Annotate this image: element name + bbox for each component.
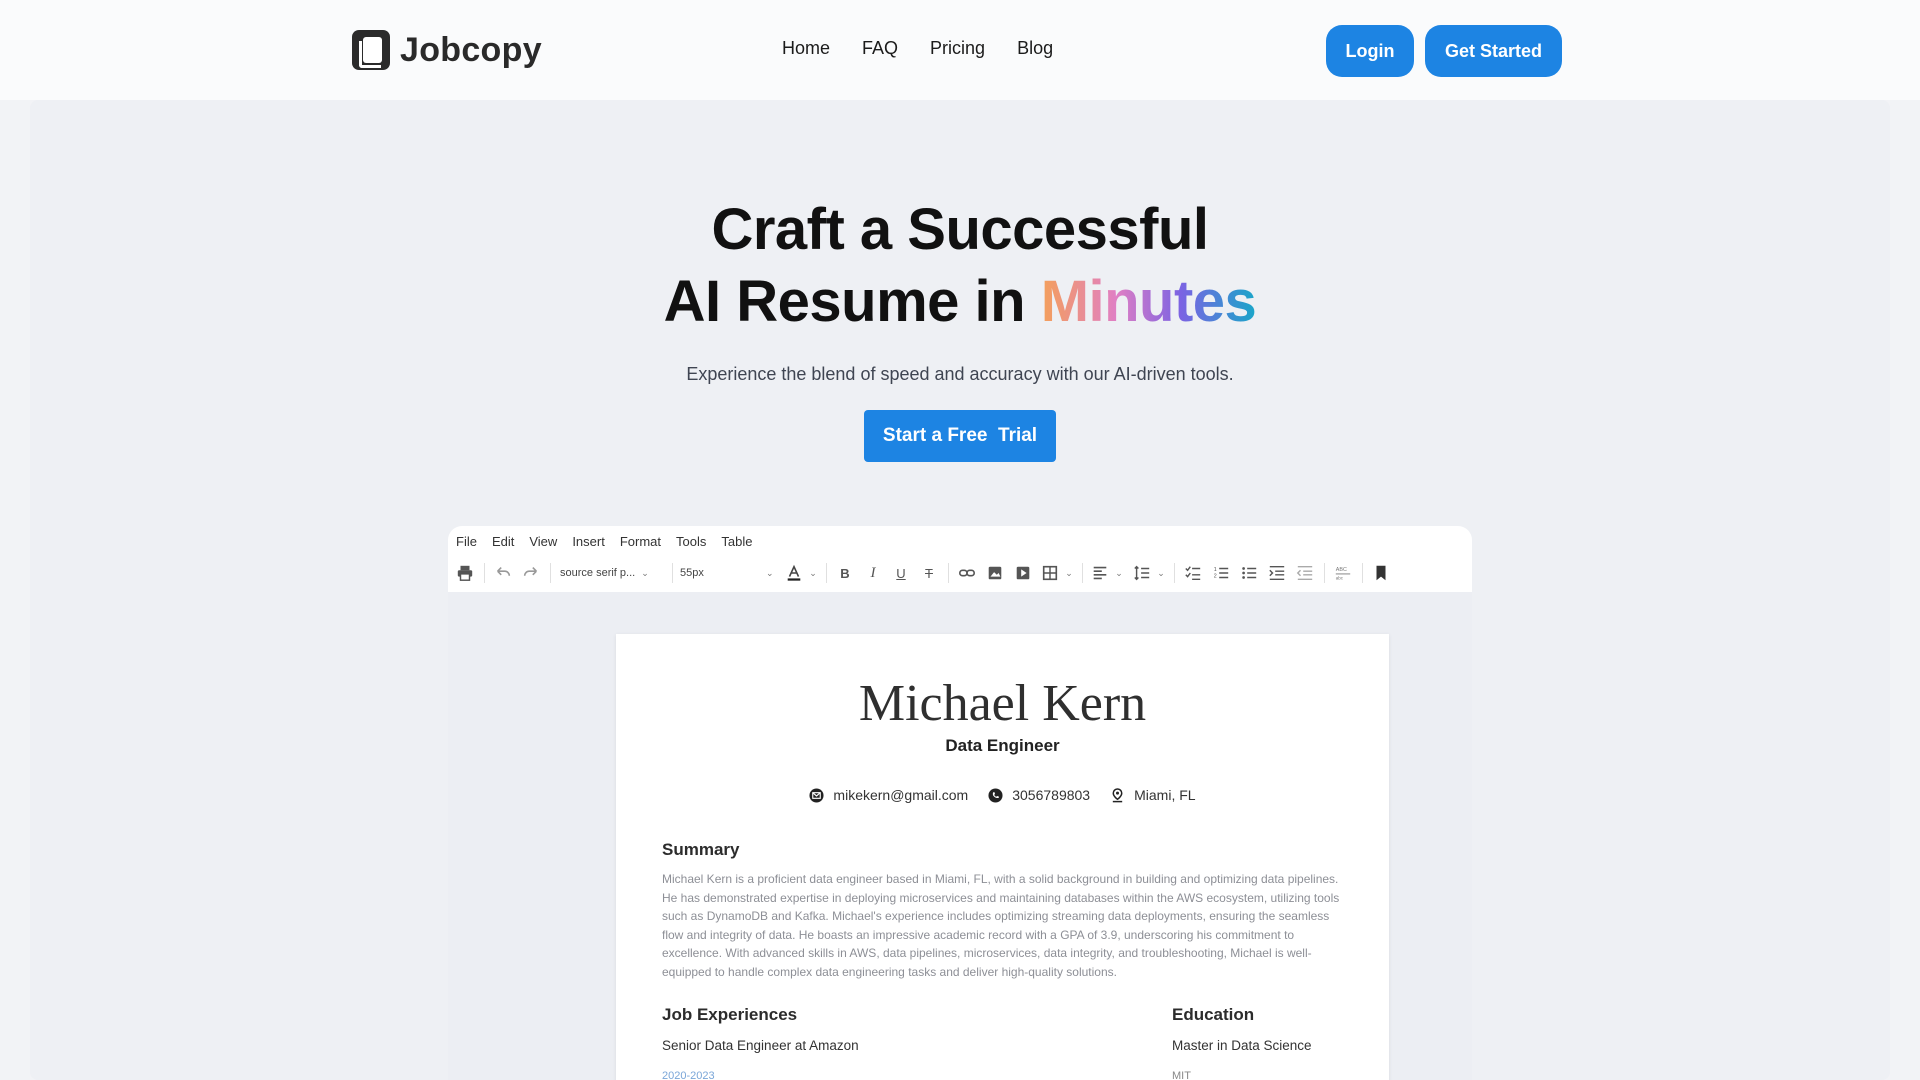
nav-link-home[interactable]: Home: [782, 38, 830, 59]
menu-file[interactable]: File: [456, 534, 477, 549]
start-free-trial-button[interactable]: Start a Free Trial: [864, 410, 1056, 462]
contact-phone: 3056789803: [988, 787, 1090, 803]
numbered-list-icon[interactable]: 12: [1210, 561, 1232, 585]
svg-text:2: 2: [1214, 574, 1217, 580]
editor-menubar: File Edit View Insert Format Tools Table: [456, 534, 752, 549]
font-size-select[interactable]: 55px ⌄: [680, 561, 776, 585]
resume-contacts: mikekern@gmail.com 3056789803 Miami, FL: [616, 787, 1389, 803]
nav-link-pricing[interactable]: Pricing: [930, 38, 985, 59]
resume-role: Data Engineer: [945, 736, 1060, 755]
undo-icon[interactable]: [492, 561, 514, 585]
contact-email-text: mikekern@gmail.com: [833, 787, 969, 803]
chevron-down-icon: ⌄: [1157, 567, 1165, 578]
editor-toolbar: source serif p... ⌄ 55px ⌄ ⌄ B I U T ⌄ ⌄…: [454, 561, 1464, 585]
hero-subtitle: Experience the blend of speed and accura…: [686, 364, 1234, 384]
nav-link-blog[interactable]: Blog: [1017, 38, 1053, 59]
login-button[interactable]: Login: [1326, 25, 1414, 77]
contact-phone-text: 3056789803: [1012, 787, 1091, 803]
contact-email: mikekern@gmail.com: [809, 787, 968, 803]
align-icon[interactable]: ⌄: [1090, 561, 1124, 585]
summary-heading: Summary: [662, 840, 740, 859]
bold-icon[interactable]: B: [834, 561, 856, 585]
table-icon[interactable]: ⌄: [1040, 561, 1074, 585]
svg-text:abc: abc: [1336, 575, 1344, 580]
top-nav: Jobcopy Home FAQ Pricing Blog Login Get …: [0, 0, 1920, 100]
menu-format[interactable]: Format: [620, 534, 661, 549]
font-size-value: 55px: [680, 567, 704, 579]
brand-logo[interactable]: Jobcopy: [352, 30, 542, 70]
bullet-list-icon[interactable]: [1238, 561, 1260, 585]
underline-icon[interactable]: U: [890, 561, 912, 585]
email-icon: [809, 787, 824, 803]
font-family-select[interactable]: source serif p... ⌄: [560, 561, 664, 585]
brand-name: Jobcopy: [400, 30, 542, 69]
experience-role: Senior Data Engineer at Amazon: [662, 1038, 859, 1053]
menu-tools[interactable]: Tools: [676, 534, 706, 549]
nav-link-faq[interactable]: FAQ: [862, 38, 898, 59]
text-color-icon[interactable]: ⌄: [784, 561, 818, 585]
menu-edit[interactable]: Edit: [492, 534, 514, 549]
hero-title-prefix: AI Resume in: [663, 269, 1041, 334]
bookmark-icon[interactable]: [1370, 561, 1392, 585]
hero-title-line1: Craft a Successful: [711, 197, 1209, 262]
main-menu: Home FAQ Pricing Blog: [782, 38, 1053, 59]
spellcheck-icon[interactable]: ABC abc: [1332, 561, 1354, 585]
location-pin-icon: [1112, 787, 1123, 802]
line-height-icon[interactable]: ⌄: [1130, 561, 1168, 585]
image-icon[interactable]: [984, 561, 1006, 585]
contact-location: Miami, FL: [1110, 787, 1196, 803]
link-icon[interactable]: [956, 561, 978, 585]
logo-icon: [352, 30, 390, 70]
get-started-button[interactable]: Get Started: [1425, 25, 1562, 77]
contact-location-text: Miami, FL: [1134, 787, 1196, 803]
education-school: MIT: [1172, 1070, 1191, 1080]
redo-icon[interactable]: [520, 561, 542, 585]
summary-text: Michael Kern is a proficient data engine…: [662, 872, 1340, 979]
editor-toolbar-area: File Edit View Insert Format Tools Table…: [448, 526, 1472, 592]
hero-title-line2: AI Resume in Minutes: [0, 268, 1920, 335]
strikethrough-icon[interactable]: T: [918, 561, 940, 585]
outdent-icon[interactable]: [1294, 561, 1316, 585]
experience-heading: Job Experiences: [662, 1005, 798, 1024]
chevron-down-icon: ⌄: [1115, 567, 1123, 578]
menu-insert[interactable]: Insert: [572, 534, 605, 549]
svg-text:1: 1: [1214, 567, 1217, 573]
chevron-down-icon: ⌄: [641, 567, 649, 578]
font-family-value: source serif p...: [560, 567, 636, 579]
education-heading: Education: [1172, 1005, 1255, 1024]
resume-editor: File Edit View Insert Format Tools Table…: [448, 526, 1472, 1080]
menu-table[interactable]: Table: [721, 534, 752, 549]
education-degree: Master in Data Science: [1172, 1038, 1312, 1053]
chevron-down-icon: ⌄: [1065, 567, 1073, 578]
menu-view[interactable]: View: [529, 534, 557, 549]
experience-dates: 2020-2023: [662, 1070, 715, 1080]
video-icon[interactable]: [1012, 561, 1034, 585]
resume-name: Michael Kern: [858, 675, 1147, 732]
hero-title-highlight: Minutes: [1040, 269, 1257, 334]
indent-icon[interactable]: [1266, 561, 1288, 585]
phone-icon: [988, 787, 1003, 803]
checklist-icon[interactable]: [1182, 561, 1204, 585]
print-icon[interactable]: [454, 561, 476, 585]
resume-page[interactable]: Michael Kern Data Engineer mikekern@gmai…: [616, 634, 1389, 1080]
svg-text:ABC: ABC: [1336, 567, 1347, 573]
chevron-down-icon: ⌄: [766, 567, 774, 578]
chevron-down-icon: ⌄: [809, 567, 817, 578]
italic-icon[interactable]: I: [862, 561, 884, 585]
